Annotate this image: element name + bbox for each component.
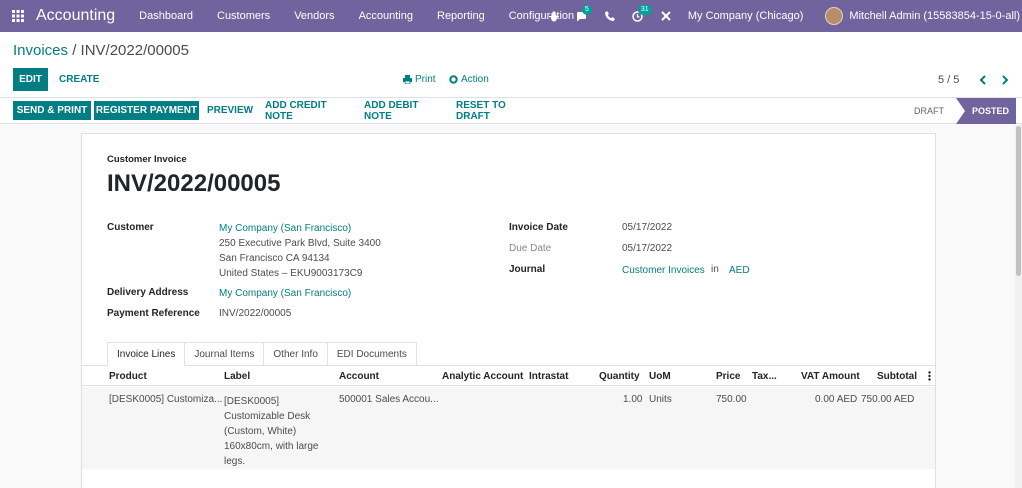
stage-draft: DRAFT — [914, 106, 944, 116]
customer-label: Customer — [107, 222, 154, 233]
pager-value[interactable]: 5 / 5 — [938, 74, 959, 86]
breadcrumb: Invoices / INV/2022/00005 — [13, 42, 189, 59]
menu-accounting[interactable]: Accounting — [347, 0, 425, 32]
phone-icon[interactable] — [596, 0, 624, 32]
pager-previous-icon[interactable] — [973, 70, 993, 90]
cell-label: [DESK0005] Customizable Desk (Custom, Wh… — [224, 396, 319, 467]
tab-edi-documents[interactable]: EDI Documents — [327, 342, 417, 366]
bug-icon[interactable] — [540, 0, 568, 32]
statusbar: SEND & PRINT REGISTER PAYMENT PREVIEW AD… — [0, 98, 1022, 124]
app-brand[interactable]: Accounting — [36, 7, 115, 25]
action-button[interactable]: Action — [449, 68, 489, 91]
menu-customers[interactable]: Customers — [205, 0, 282, 32]
add-debit-note-button[interactable]: ADD DEBIT NOTE — [364, 100, 444, 122]
control-panel: Invoices / INV/2022/00005 EDIT CREATE Pr… — [0, 32, 1022, 98]
invoice-type-label: Customer Invoice — [107, 154, 187, 165]
breadcrumb-current: INV/2022/00005 — [80, 42, 189, 59]
cell-uom: Units — [649, 394, 672, 405]
customer-link[interactable]: My Company (San Francisco) — [219, 223, 351, 234]
tab-invoice-lines[interactable]: Invoice Lines — [107, 342, 186, 366]
create-button[interactable]: CREATE — [59, 68, 99, 91]
action-label: Action — [461, 74, 489, 85]
print-button[interactable]: Print — [403, 68, 436, 91]
breadcrumb-separator: / — [72, 42, 77, 59]
user-name: Mitchell Admin (15583854-15-0-all) — [849, 10, 1020, 22]
notebook-tabs: Invoice Lines Journal Items Other Info E… — [107, 342, 417, 366]
payment-reference-label: Payment Reference — [107, 308, 200, 319]
add-credit-note-button[interactable]: ADD CREDIT NOTE — [265, 100, 352, 122]
journal-label: Journal — [509, 264, 546, 275]
journal-in-text: in — [711, 264, 719, 275]
cell-product: [DESK0005] Customiza... — [109, 394, 223, 405]
due-date-label: Due Date — [509, 243, 552, 254]
invoice-date-value: 05/17/2022 — [622, 222, 673, 233]
pager-next-icon[interactable] — [995, 70, 1015, 90]
breadcrumb-invoices[interactable]: Invoices — [13, 42, 68, 59]
reset-to-draft-button[interactable]: RESET TO DRAFT — [456, 100, 538, 122]
journal-link[interactable]: Customer Invoices — [622, 265, 705, 276]
table-row[interactable]: [DESK0005] Customiza... [DESK0005] Custo… — [82, 387, 935, 469]
column-quantity[interactable]: Quantity — [599, 371, 640, 382]
stage-arrow — [956, 98, 965, 124]
delivery-address-link[interactable]: My Company (San Francisco) — [219, 288, 351, 299]
menu-reporting[interactable]: Reporting — [425, 0, 497, 32]
column-price[interactable]: Price — [716, 371, 740, 382]
apps-menu-icon[interactable] — [0, 0, 36, 32]
tab-other-info[interactable]: Other Info — [264, 342, 328, 366]
avatar — [825, 7, 844, 25]
messages-count-badge: 5 — [581, 5, 592, 15]
currency-link[interactable]: AED — [729, 265, 750, 276]
register-payment-button[interactable]: REGISTER PAYMENT — [94, 101, 199, 120]
top-navbar: Accounting Dashboard Customers Vendors A… — [0, 0, 1022, 32]
activities-icon[interactable]: 31 — [624, 0, 652, 32]
cell-quantity: 1.00 — [623, 394, 643, 405]
print-icon — [403, 75, 412, 84]
column-product[interactable]: Product — [109, 371, 147, 382]
column-intrastat[interactable]: Intrastat — [529, 371, 568, 382]
company-switcher[interactable]: My Company (Chicago) — [680, 10, 826, 22]
user-menu[interactable]: Mitchell Admin (15583854-15-0-all) — [825, 7, 1022, 25]
invoice-lines-header: Product Label Account Analytic Account I… — [82, 366, 935, 386]
column-account[interactable]: Account — [339, 371, 379, 382]
cell-price: 750.00 — [716, 394, 747, 405]
invoice-number: INV/2022/00005 — [107, 170, 281, 197]
navbar-systray: 5 31 My Company (Chicago) Mitchell Admin… — [540, 0, 1022, 32]
column-subtotal[interactable]: Subtotal — [877, 371, 917, 382]
pager: 5 / 5 — [938, 68, 1015, 91]
column-analytic-account[interactable]: Analytic Account — [442, 371, 523, 382]
optional-columns-icon[interactable] — [928, 371, 931, 384]
invoice-sheet: Customer Invoice INV/2022/00005 Customer… — [81, 133, 936, 488]
customer-address-line1: 250 Executive Park Blvd, Suite 3400 — [219, 238, 381, 249]
column-taxes[interactable]: Tax... — [752, 371, 777, 382]
cell-subtotal: 750.00 AED — [861, 394, 915, 405]
column-label[interactable]: Label — [224, 371, 250, 382]
due-date-value: 05/17/2022 — [622, 243, 673, 254]
scrollbar-thumb[interactable] — [1016, 126, 1021, 276]
customer-address-line2: San Francisco CA 94134 — [219, 253, 330, 264]
customer-address-line3: United States – EKU9003173C9 — [219, 268, 363, 279]
menu-dashboard[interactable]: Dashboard — [127, 0, 205, 32]
invoice-date-label: Invoice Date — [509, 222, 568, 233]
stage-posted: POSTED — [956, 98, 1016, 124]
cell-account: 500001 Sales Accou... — [339, 394, 439, 405]
messages-icon[interactable]: 5 — [568, 0, 596, 32]
print-label: Print — [415, 74, 436, 85]
edit-button[interactable]: EDIT — [13, 68, 48, 91]
activities-count-badge: 31 — [637, 5, 652, 15]
tab-journal-items[interactable]: Journal Items — [185, 342, 265, 366]
menu-vendors[interactable]: Vendors — [282, 0, 346, 32]
gear-icon — [449, 75, 458, 84]
payment-reference-value: INV/2022/00005 — [219, 308, 292, 319]
cell-vat-amount: 0.00 AED — [815, 394, 858, 405]
preview-button[interactable]: PREVIEW — [207, 101, 253, 120]
delivery-address-label: Delivery Address — [107, 287, 189, 298]
column-uom[interactable]: UoM — [649, 371, 671, 382]
send-print-button[interactable]: SEND & PRINT — [13, 101, 91, 120]
close-icon[interactable] — [652, 0, 680, 32]
column-vat-amount[interactable]: VAT Amount — [801, 371, 860, 382]
